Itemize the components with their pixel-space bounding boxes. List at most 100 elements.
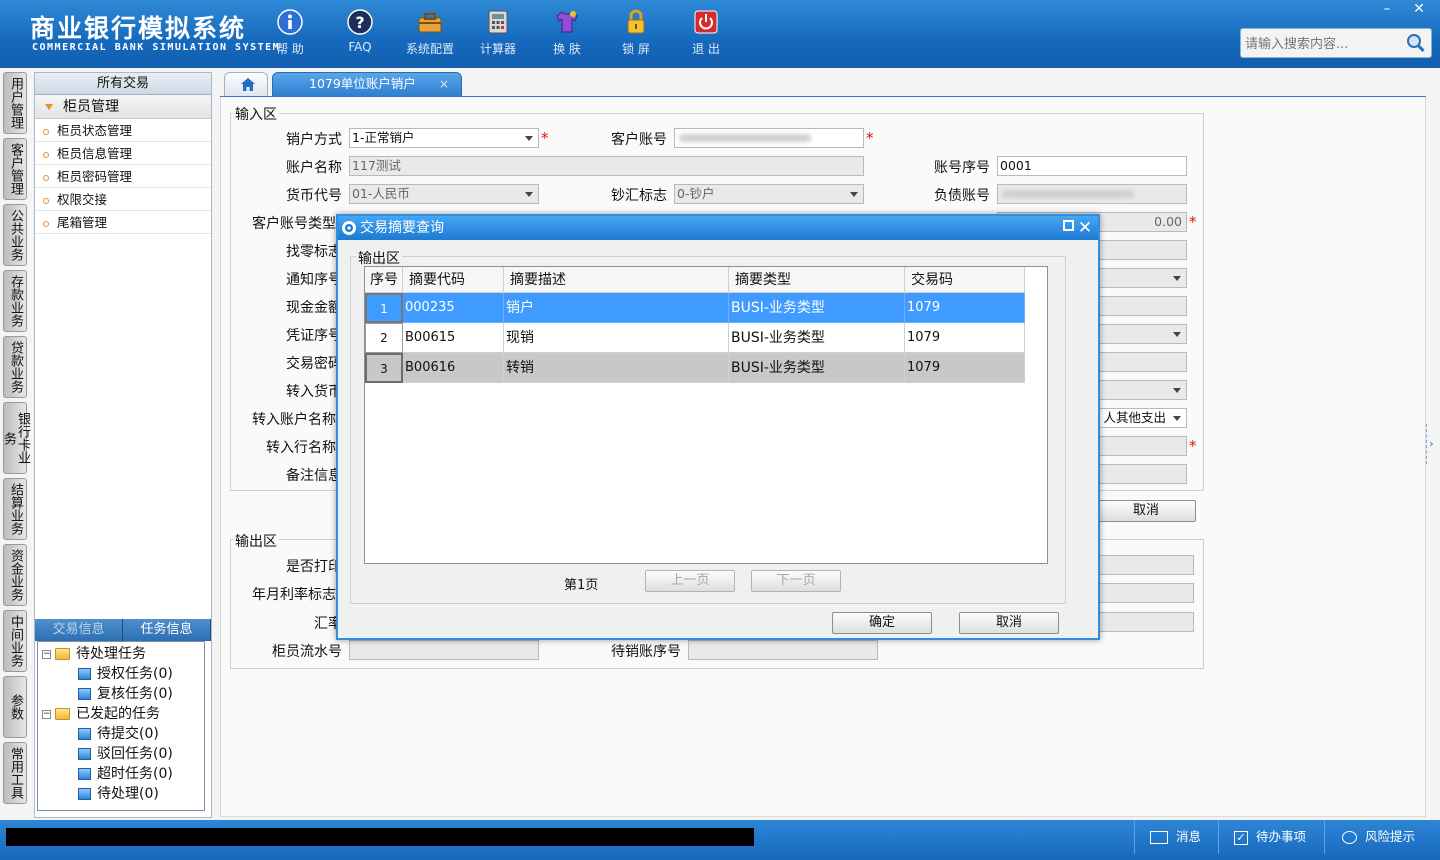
menu-item-teller-info[interactable]: 柜员信息管理 <box>35 142 211 165</box>
cancel-button[interactable]: 取消 <box>1096 500 1196 522</box>
module-tab-user-mgmt[interactable]: 用户管理 <box>3 72 27 134</box>
dropdown-arrow-icon[interactable] <box>1168 325 1186 343</box>
info-icon <box>277 9 303 35</box>
search-icon[interactable] <box>1405 32 1427 54</box>
tree-node-initiated[interactable]: − 已发起的任务 <box>38 704 204 724</box>
faq-label: FAQ <box>348 40 372 54</box>
dropdown-arrow-icon[interactable] <box>520 129 538 147</box>
menu-item-cash-box[interactable]: 尾箱管理 <box>35 211 211 234</box>
close-dialog-icon[interactable]: ✕ <box>1076 216 1094 240</box>
module-tab-loan[interactable]: 贷款业务 <box>3 336 27 398</box>
module-tab-parameters[interactable]: 参数 <box>3 676 27 738</box>
tree-node-to-submit[interactable]: 待提交(0) <box>38 724 204 744</box>
tree-node-to-process[interactable]: 待处理(0) <box>38 784 204 804</box>
todo-label: 待办事项 <box>1256 829 1307 844</box>
menu-item-label: 尾箱管理 <box>57 215 108 230</box>
maximize-icon[interactable] <box>1063 220 1074 231</box>
col-header-no[interactable]: 序号 <box>365 267 403 293</box>
dropdown-arrow-icon[interactable] <box>845 185 863 203</box>
module-tab-public-business[interactable]: 公共业务 <box>3 204 27 266</box>
table-row[interactable]: 2 B00615 现销 BUSI-业务类型 1079 <box>365 323 1027 353</box>
tree-node-rejected[interactable]: 驳回任务(0) <box>38 744 204 764</box>
module-tab-settlement[interactable]: 结算业务 <box>3 478 27 540</box>
table-row[interactable]: 3 B00616 转销 BUSI-业务类型 1079 <box>365 353 1027 383</box>
help-button[interactable]: 帮 助 <box>260 8 320 57</box>
tab-task-info[interactable]: 任务信息 <box>123 619 211 641</box>
toolbox-icon <box>418 13 442 33</box>
table-row[interactable]: 1 000235 销户 BUSI-业务类型 1079 <box>365 293 1027 323</box>
messages-label: 消息 <box>1176 829 1202 844</box>
collapse-icon[interactable]: − <box>42 709 51 719</box>
all-transactions-header[interactable]: 所有交易 <box>35 73 211 95</box>
dropdown-arrow-icon[interactable] <box>1168 381 1186 399</box>
tab-1079-account-close[interactable]: 1079单位账户销户 × <box>272 72 462 96</box>
required-mark: * <box>1189 213 1197 231</box>
folder-icon <box>55 708 70 720</box>
account-name-label: 账户名称 <box>286 160 342 176</box>
col-header-tx-code[interactable]: 交易码 <box>905 267 1025 293</box>
module-tab-common-tools[interactable]: 常用工具 <box>3 742 27 804</box>
tab-home[interactable] <box>224 72 268 96</box>
prev-page-button[interactable]: 上一页 <box>645 570 735 592</box>
dialog-cancel-button[interactable]: 取消 <box>959 612 1059 634</box>
lock-screen-label: 锁 屏 <box>622 42 650 56</box>
next-page-button[interactable]: 下一页 <box>751 570 841 592</box>
exit-button[interactable]: 退 出 <box>676 8 736 57</box>
cell-type: BUSI-业务类型 <box>729 293 905 323</box>
customer-account-field[interactable] <box>674 128 864 148</box>
module-tab-funds[interactable]: 资金业务 <box>3 544 27 606</box>
module-tab-bank-card[interactable]: 银行卡业务 <box>1 402 30 474</box>
col-header-code[interactable]: 摘要代码 <box>403 267 504 293</box>
tree-node-review[interactable]: 复核任务(0) <box>38 684 204 704</box>
cell-type: BUSI-业务类型 <box>729 353 905 383</box>
exit-label: 退 出 <box>692 42 720 56</box>
confirm-button[interactable]: 确定 <box>832 612 932 634</box>
bullet-icon <box>43 174 49 181</box>
minimize-button[interactable]: – <box>1372 0 1402 20</box>
bullet-icon <box>43 220 49 227</box>
search-input[interactable] <box>1245 35 1401 53</box>
dropdown-arrow-icon[interactable] <box>520 185 538 203</box>
currency-select[interactable]: 01-人民币 <box>349 184 539 204</box>
system-config-button[interactable]: 系统配置 <box>400 8 460 57</box>
module-tab-intermediary[interactable]: 中间业务 <box>3 610 27 672</box>
menu-item-permission-handover[interactable]: 权限交接 <box>35 188 211 211</box>
dropdown-arrow-icon[interactable] <box>1168 269 1186 287</box>
col-header-desc[interactable]: 摘要描述 <box>504 267 729 293</box>
close-window-button[interactable]: ✕ <box>1404 0 1434 20</box>
risk-alert-button[interactable]: 风险提示 <box>1342 828 1415 846</box>
triangle-down-icon <box>45 104 53 110</box>
tree-node-timeout[interactable]: 超时任务(0) <box>38 764 204 784</box>
module-tab-deposit[interactable]: 存款业务 <box>3 270 27 332</box>
output-right-field-3 <box>1098 612 1194 632</box>
close-tab-icon[interactable]: × <box>439 73 449 95</box>
to-currency-label: 转入货币 <box>286 384 342 400</box>
lock-screen-button[interactable]: 锁 屏 <box>606 8 666 57</box>
cell-code: B00615 <box>403 323 504 353</box>
calculator-button[interactable]: 计算器 <box>468 8 528 57</box>
dialog-titlebar[interactable]: 交易摘要查询 ✕ <box>338 216 1098 240</box>
debt-account-label: 负债账号 <box>934 188 990 204</box>
messages-button[interactable]: 消息 <box>1150 828 1201 846</box>
tree-node-authorization[interactable]: 授权任务(0) <box>38 664 204 684</box>
dropdown-arrow-icon[interactable] <box>1168 409 1186 427</box>
collapse-icon[interactable]: − <box>42 649 51 659</box>
col-header-type[interactable]: 摘要类型 <box>729 267 905 293</box>
menu-item-teller-status[interactable]: 柜员状态管理 <box>35 119 211 142</box>
menu-item-teller-password[interactable]: 柜员密码管理 <box>35 165 211 188</box>
faq-button[interactable]: ? FAQ <box>330 8 390 54</box>
tree-node-pending[interactable]: − 待处理任务 <box>38 644 204 664</box>
pending-close-label: 待销账序号 <box>611 644 681 660</box>
cash-flag-select[interactable]: 0-钞户 <box>674 184 864 204</box>
cell-desc: 销户 <box>504 293 729 323</box>
close-method-select[interactable]: 1-正常销户 <box>349 128 539 148</box>
row-number: 3 <box>365 353 403 383</box>
account-seq-field[interactable]: 0001 <box>997 156 1187 176</box>
tab-transaction-info[interactable]: 交易信息 <box>35 619 123 641</box>
expand-right-icon[interactable]: › <box>1426 424 1436 464</box>
module-tab-customer-mgmt[interactable]: 客户管理 <box>3 138 27 200</box>
todo-button[interactable]: ✓ 待办事项 <box>1234 828 1306 846</box>
change-skin-button[interactable]: 换 肤 <box>537 8 597 57</box>
teller-mgmt-group[interactable]: 柜员管理 <box>35 95 211 119</box>
home-icon <box>241 78 255 91</box>
